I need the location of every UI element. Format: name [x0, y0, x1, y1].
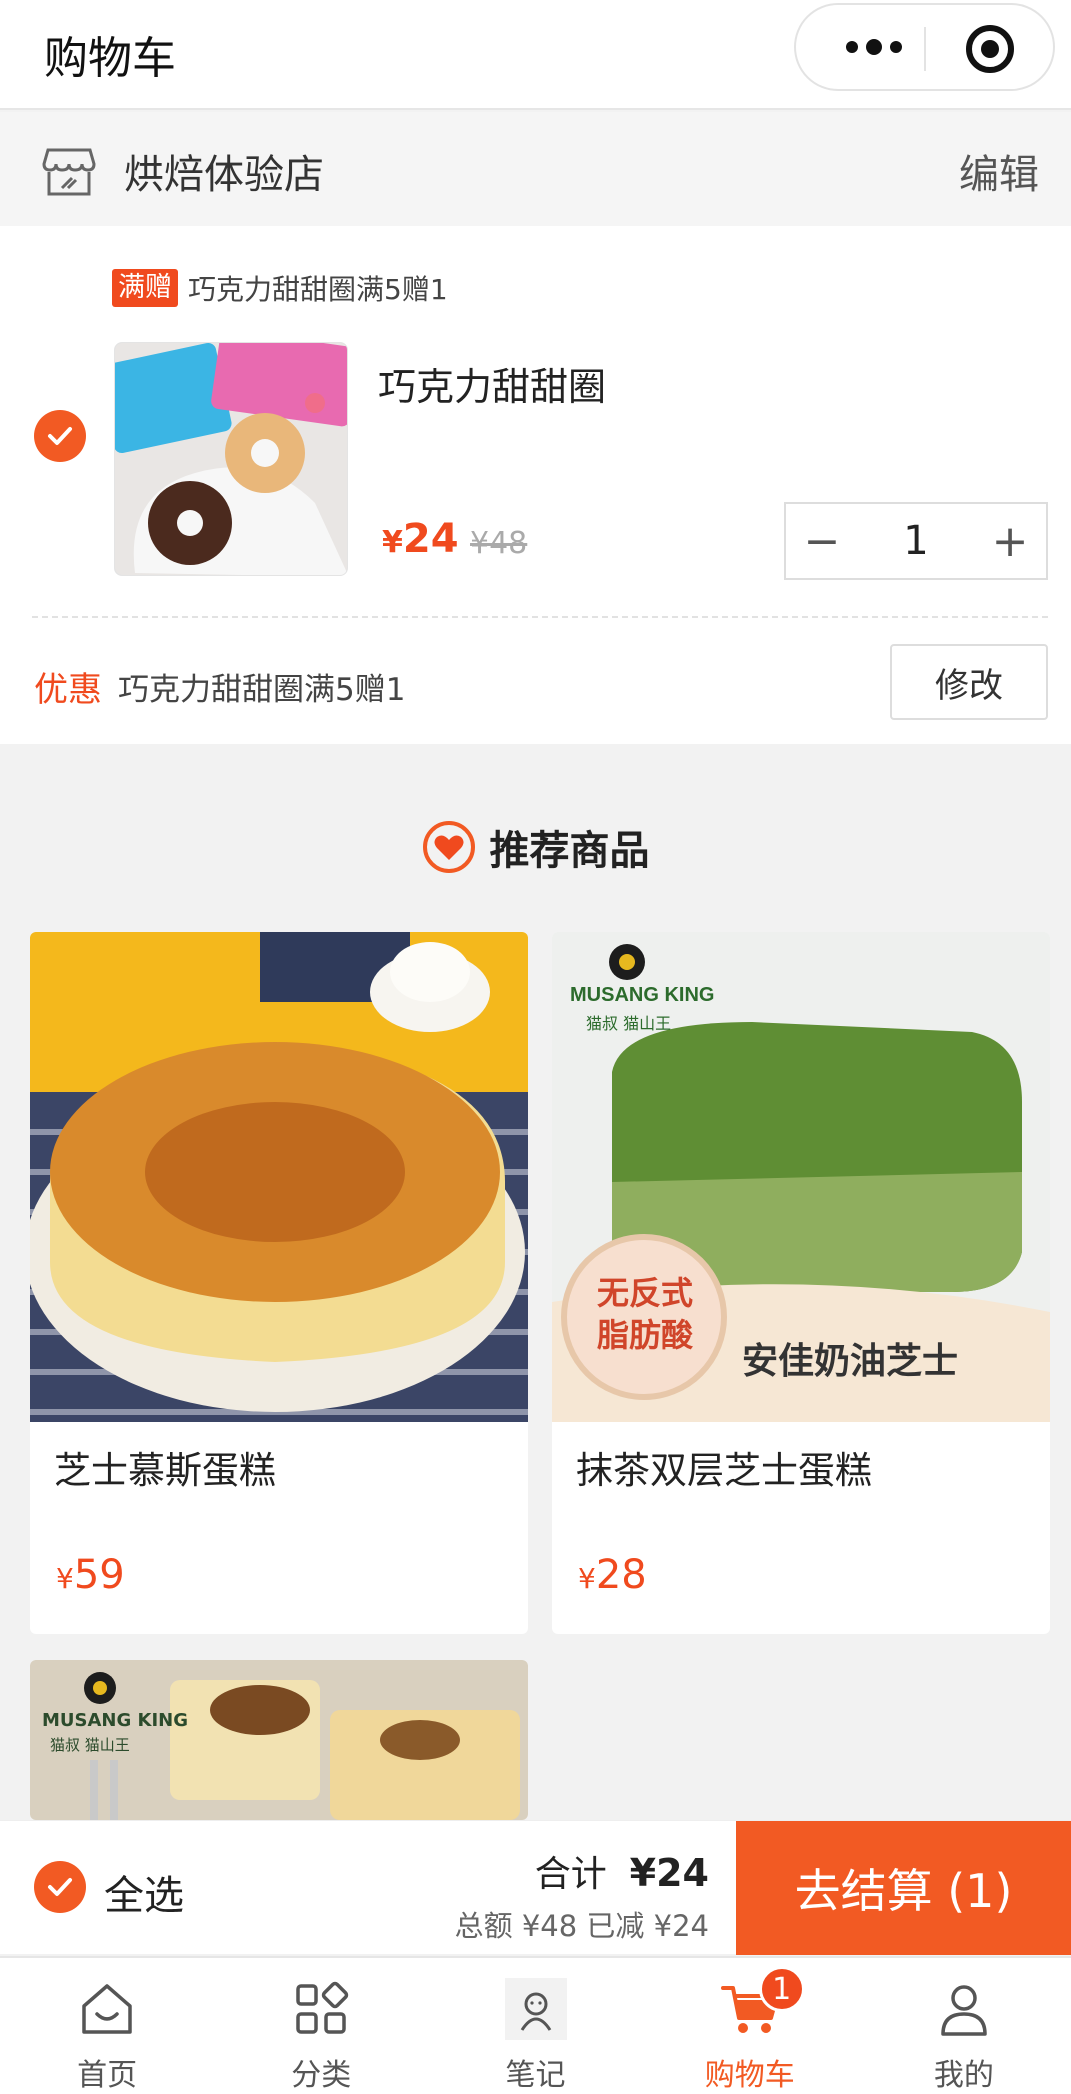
tab-label: 我的 — [933, 2058, 994, 2093]
discount-label: 优惠 — [34, 670, 102, 710]
brand-cn-text: 猫叔 猫山王 — [586, 1014, 672, 1033]
mini-program-capsule — [794, 3, 1055, 91]
tab-category[interactable]: 分类 — [214, 1958, 428, 2094]
cart-badge: 1 — [758, 1966, 805, 2012]
tab-bar: 首页 分类 笔记 1 购物车 我的 — [0, 1956, 1071, 2094]
user-icon — [941, 1985, 987, 2036]
product-image-matcha-cake[interactable]: MUSANG KING 猫叔 猫山王 无反式 脂肪酸 安佳奶油芝士 — [552, 932, 1050, 1422]
capsule-divider — [924, 27, 926, 71]
item-name[interactable]: 巧克力甜甜圈 — [378, 356, 606, 411]
product-price-value: 28 — [595, 1552, 647, 1598]
quantity-value[interactable]: 1 — [858, 518, 974, 564]
product-price: ¥28 — [578, 1552, 647, 1598]
product-price: ¥59 — [56, 1552, 125, 1598]
category-icon — [296, 1981, 349, 2034]
navigation-bar: 购物车 — [0, 0, 1071, 110]
item-price-value: 24 — [402, 516, 459, 562]
cart-item-card: 满赠 巧克力甜甜圈满5赠1 巧克力甜甜圈 ¥24 ¥48 − 1 + 优惠 巧克… — [0, 226, 1071, 744]
checkout-bar: 全选 合计 ¥24 总额 ¥48 已减 ¥24 去结算 (1) — [0, 1820, 1071, 1955]
image-caption: 安佳奶油芝士 — [742, 1341, 959, 1382]
modify-button[interactable]: 修改 — [890, 644, 1048, 720]
product-name[interactable]: 抹茶双层芝士蛋糕 — [576, 1440, 872, 1494]
dashed-divider — [32, 616, 1048, 618]
close-miniprogram-icon[interactable] — [966, 25, 1014, 73]
product-image-donut[interactable] — [114, 342, 348, 576]
tab-label: 笔记 — [505, 2058, 566, 2093]
recommend-header: 推荐商品 — [0, 812, 1071, 882]
product-image-cheesecake[interactable] — [30, 932, 528, 1422]
product-card[interactable]: MUSANG KING 猫叔 猫山王 无反式 脂肪酸 安佳奶油芝士 抹茶双层芝士… — [552, 932, 1050, 1634]
currency-symbol: ¥ — [382, 525, 403, 560]
checkmark-icon — [48, 427, 72, 445]
checkmark-icon — [48, 1878, 72, 1896]
promo-row: 满赠 巧克力甜甜圈满5赠1 — [112, 268, 448, 308]
edit-button[interactable]: 编辑 — [959, 142, 1039, 200]
product-card[interactable]: 芝士慕斯蛋糕 ¥59 — [30, 932, 528, 1634]
image-badge-text: 无反式 脂肪酸 — [596, 1274, 693, 1354]
tab-mine[interactable]: 我的 — [857, 1958, 1071, 2094]
total-row: 合计 ¥24 — [535, 1845, 709, 1897]
discount-summary: 总额 ¥48 已减 ¥24 — [454, 1909, 709, 1943]
quantity-stepper: − 1 + — [784, 502, 1048, 580]
product-name[interactable]: 芝士慕斯蛋糕 — [54, 1440, 276, 1494]
promo-text: 巧克力甜甜圈满5赠1 — [188, 273, 448, 306]
total-value: ¥24 — [629, 1851, 709, 1895]
shop-name[interactable]: 烘焙体验店 — [124, 142, 324, 200]
store-icon — [42, 148, 96, 196]
promo-tag: 满赠 — [112, 269, 178, 307]
tab-label: 购物车 — [704, 2058, 795, 2093]
shop-header: 烘焙体验店 编辑 — [0, 112, 1071, 226]
tab-home[interactable]: 首页 — [0, 1958, 214, 2094]
minus-button[interactable]: − — [786, 504, 858, 578]
currency-symbol: ¥ — [578, 1562, 596, 1595]
discount-row: 优惠 巧克力甜甜圈满5赠1 — [34, 662, 405, 711]
currency-symbol: ¥ — [56, 1562, 74, 1595]
notes-icon — [504, 1978, 567, 2040]
more-icon[interactable] — [834, 27, 914, 67]
brand-text: MUSANG KING — [570, 984, 715, 1006]
tab-cart[interactable]: 1 购物车 — [643, 1958, 857, 2094]
cart-icon-wrap: 1 — [719, 1966, 805, 2040]
item-price: ¥24 — [382, 516, 459, 562]
item-original-price: ¥48 — [470, 526, 528, 561]
product-card[interactable]: MUSANG KING 猫叔 猫山王 — [30, 1660, 528, 1820]
select-all-checkbox[interactable] — [34, 1861, 86, 1913]
checkout-button[interactable]: 去结算 (1) — [736, 1821, 1071, 1955]
tab-notes[interactable]: 笔记 — [428, 1958, 642, 2094]
product-image-durian-cake[interactable]: MUSANG KING 猫叔 猫山王 — [30, 1660, 528, 1820]
total-label: 合计 — [534, 1854, 607, 1895]
brand-cn-text: 猫叔 猫山王 — [50, 1736, 130, 1754]
brand-text: MUSANG KING — [42, 1710, 189, 1731]
select-all-label[interactable]: 全选 — [104, 1863, 184, 1921]
heart-icon — [422, 821, 475, 873]
product-price-value: 59 — [73, 1552, 125, 1598]
tab-label: 首页 — [77, 2058, 138, 2093]
discount-text: 巧克力甜甜圈满5赠1 — [118, 672, 406, 708]
home-icon — [82, 1984, 132, 2034]
recommend-title: 推荐商品 — [489, 828, 650, 874]
plus-button[interactable]: + — [974, 504, 1046, 578]
page-title: 购物车 — [44, 33, 176, 84]
tab-label: 分类 — [291, 2058, 352, 2093]
item-checkbox[interactable] — [34, 410, 86, 462]
